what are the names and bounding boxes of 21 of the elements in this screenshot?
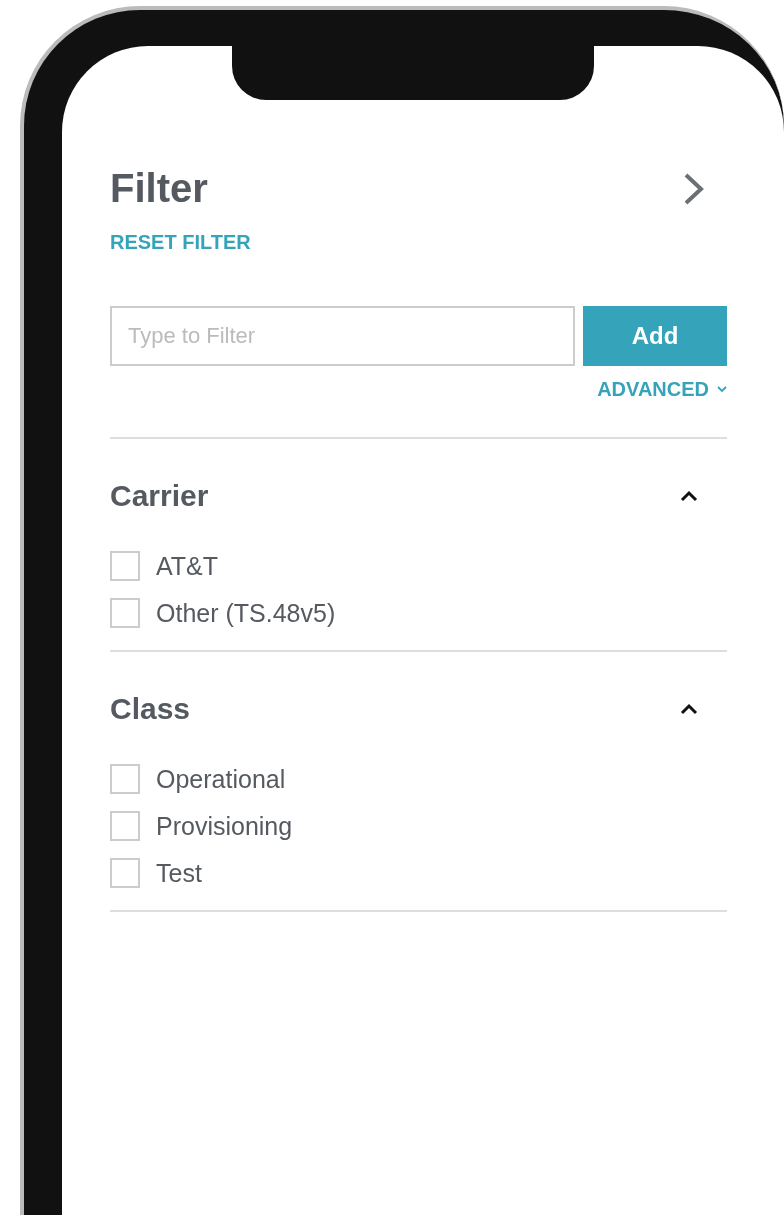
- option-label: Provisioning: [156, 811, 293, 841]
- advanced-link[interactable]: ADVANCED: [597, 378, 727, 401]
- checkbox[interactable]: [110, 764, 140, 794]
- filter-input[interactable]: Type to Filter: [110, 306, 575, 366]
- section-title: Carrier: [110, 479, 209, 513]
- option-label: Operational: [156, 764, 286, 794]
- caret-down-icon: [717, 386, 727, 393]
- checkbox[interactable]: [110, 551, 140, 581]
- section-title: Class: [110, 692, 191, 726]
- chevron-right-icon[interactable]: [683, 171, 705, 206]
- caret-up-icon[interactable]: [679, 490, 699, 502]
- filter-title: Filter: [110, 166, 208, 211]
- option-label: AT&T: [156, 551, 219, 581]
- option-label: Test: [156, 858, 202, 888]
- option-label: Other (TS.48v5): [156, 598, 336, 628]
- checkbox[interactable]: [110, 598, 140, 628]
- add-button[interactable]: Add: [583, 306, 727, 366]
- checkbox[interactable]: [110, 811, 140, 841]
- reset-filter-link[interactable]: RESET FILTER: [110, 231, 251, 254]
- checkbox[interactable]: [110, 858, 140, 888]
- caret-up-icon[interactable]: [679, 703, 699, 715]
